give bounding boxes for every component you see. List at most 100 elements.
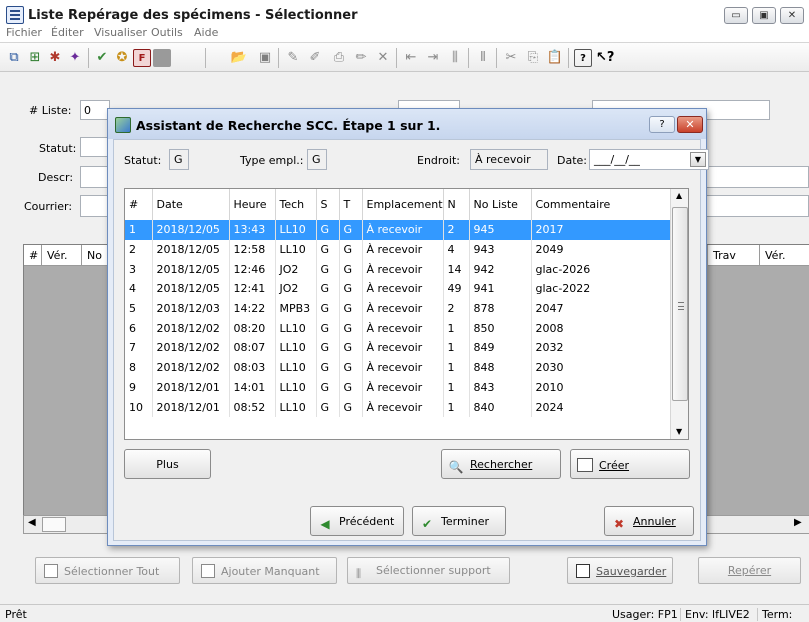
- maximize-button[interactable]: ▣: [752, 7, 776, 24]
- open-folder-icon[interactable]: 📂: [230, 49, 248, 67]
- menu-fichier[interactable]: Fichier: [6, 26, 42, 39]
- table-cell: 12:46: [229, 259, 276, 280]
- courrier-input[interactable]: [80, 195, 110, 217]
- table-cell: G: [339, 279, 363, 299]
- table-cell: MPB3: [275, 298, 317, 319]
- table-row[interactable]: 7 2018/12/02 08:07 LL10 G G À recevoir 1 849 2032: [125, 338, 671, 358]
- dialog-date-label: Date:: [557, 154, 587, 167]
- date-picker[interactable]: ___/__/__ ▼: [589, 149, 709, 170]
- check-icon[interactable]: ✔: [93, 49, 111, 67]
- table-cell: G: [316, 338, 340, 358]
- specimen-icon[interactable]: ✱: [46, 49, 64, 67]
- column-header[interactable]: T: [339, 189, 363, 220]
- table-cell: 945: [469, 220, 532, 240]
- scroll-up-icon[interactable]: ▲: [676, 191, 682, 200]
- table-cell: 2008: [531, 318, 671, 339]
- dialog-close-button[interactable]: ✕: [677, 116, 703, 133]
- copy-icon: ⎘: [527, 50, 539, 65]
- table-row[interactable]: 3 2018/12/05 12:46 JO2 G G À recevoir 14 942 glac…: [125, 259, 671, 280]
- scroll-right-icon[interactable]: ▶: [794, 517, 802, 528]
- table-row[interactable]: 8 2018/12/02 08:03 LL10 G G À recevoir 1 848 2030: [125, 357, 671, 378]
- table-cell: 2018/12/05: [152, 239, 230, 260]
- previous-button[interactable]: ◀ Précédent: [310, 506, 404, 536]
- table-row[interactable]: 4 2018/12/05 12:41 JO2 G G À recevoir 49 941 glac…: [125, 279, 671, 299]
- save-button[interactable]: Sauvegarder: [567, 557, 673, 584]
- context-help-icon[interactable]: ↖?: [596, 49, 614, 67]
- descr-input[interactable]: [80, 166, 110, 188]
- table-vertical-scrollbar[interactable]: ▲ ▼: [670, 189, 688, 439]
- form-f-icon[interactable]: F: [133, 49, 151, 67]
- menu-aide[interactable]: Aide: [194, 26, 218, 39]
- table-scroll-thumb[interactable]: [672, 207, 688, 401]
- table-row[interactable]: 9 2018/12/01 14:01 LL10 G G À recevoir 1 843 2010: [125, 377, 671, 398]
- column-header[interactable]: Emplacement: [362, 189, 444, 220]
- table-row[interactable]: 2 2018/12/05 12:58 LL10 G G À recevoir 4 943 2049: [125, 239, 671, 260]
- magic-wand-icon[interactable]: ✦: [66, 49, 84, 67]
- table-row[interactable]: 10 2018/12/01 08:52 LL10 G G À recevoir 1 840 202…: [125, 397, 671, 417]
- help-icon[interactable]: ?: [574, 49, 592, 67]
- column-header[interactable]: #: [125, 189, 153, 220]
- column-header[interactable]: Heure: [229, 189, 276, 220]
- grid-header-ver-right[interactable]: Vér.: [760, 245, 809, 266]
- scroll-left-icon[interactable]: ◀: [28, 517, 36, 528]
- plus-button[interactable]: Plus: [124, 449, 211, 479]
- disabled-square-icon: [153, 49, 171, 67]
- table-row[interactable]: 1 2018/12/05 13:43 LL10 G G À recevoir 2 945 2017: [125, 220, 671, 240]
- chevron-down-icon[interactable]: ▼: [690, 152, 706, 167]
- menu-editer[interactable]: Éditer: [51, 26, 84, 39]
- status-ready: Prêt: [5, 608, 27, 621]
- column-header[interactable]: Tech: [275, 189, 317, 220]
- table-cell: G: [339, 239, 363, 260]
- table-cell: 10: [125, 397, 153, 417]
- copy-list-icon[interactable]: ⧉: [5, 49, 23, 67]
- pencil-icon: ✏: [355, 50, 367, 65]
- table-cell: LL10: [275, 377, 317, 398]
- close-button[interactable]: ✕: [780, 7, 804, 24]
- table-row[interactable]: 6 2018/12/02 08:20 LL10 G G À recevoir 1 850 2008: [125, 318, 671, 339]
- finish-button[interactable]: ✔ Terminer: [412, 506, 506, 536]
- column-header[interactable]: Commentaire: [531, 189, 671, 220]
- cancel-label: Annuler: [633, 515, 676, 528]
- menu-visualiser[interactable]: Visualiser: [94, 26, 147, 39]
- statut-input[interactable]: [80, 137, 110, 157]
- menu-outils[interactable]: Outils: [151, 26, 183, 39]
- table-cell: 2018/12/05: [152, 259, 230, 280]
- column-header[interactable]: No Liste: [469, 189, 532, 220]
- grid-header-trav[interactable]: Trav: [708, 245, 760, 266]
- cancel-button[interactable]: ✖ Annuler: [604, 506, 694, 536]
- grid-header-num[interactable]: #: [24, 245, 42, 266]
- column-header[interactable]: N: [443, 189, 470, 220]
- save-icon[interactable]: ▣: [256, 49, 274, 67]
- descr-input-right[interactable]: [706, 166, 809, 188]
- table-cell: 878: [469, 298, 532, 319]
- courrier-input-right[interactable]: [706, 195, 809, 217]
- table-cell: 2018/12/02: [152, 318, 230, 339]
- table-cell: 2018/12/02: [152, 338, 230, 358]
- column-header[interactable]: Date: [152, 189, 230, 220]
- table-cell: G: [316, 279, 340, 299]
- paste-icon[interactable]: 📋: [546, 49, 564, 67]
- create-button[interactable]: Créer: [570, 449, 690, 479]
- dialog-help-button[interactable]: ?: [649, 116, 675, 133]
- grid-header-ver[interactable]: Vér.: [42, 245, 82, 266]
- scroll-thumb[interactable]: [42, 517, 66, 532]
- settings-check-icon[interactable]: ✪: [113, 49, 131, 67]
- table-cell: G: [339, 318, 363, 339]
- table-row[interactable]: 5 2018/12/03 14:22 MPB3 G G À recevoir 2 878 2047: [125, 298, 671, 319]
- search-label: Rechercher: [470, 458, 533, 471]
- scroll-down-icon[interactable]: ▼: [676, 427, 682, 436]
- dialog-statut-label: Statut:: [124, 154, 162, 167]
- tree-icon[interactable]: ⊞: [26, 49, 44, 67]
- column-header[interactable]: S: [316, 189, 340, 220]
- results-table[interactable]: # Date Heure Tech S T Emplacement N No Liste Comm…: [124, 188, 689, 440]
- select-support-label: Sélectionner support: [376, 564, 491, 577]
- search-button[interactable]: 🔍 Rechercher: [441, 449, 561, 479]
- table-cell: G: [339, 220, 363, 240]
- table-cell: LL10: [275, 239, 317, 260]
- dialog-titlebar: Assistant de Recherche SCC. Étape 1 sur …: [108, 109, 706, 139]
- liste-input[interactable]: 0: [80, 100, 110, 120]
- dialog-endroit-label: Endroit:: [417, 154, 460, 167]
- select-all-label: Sélectionner Tout: [64, 565, 160, 578]
- status-bar: Prêt Usager: FP1 Env: lfLIVE2 Term:: [0, 604, 809, 622]
- minimize-button[interactable]: ▭: [724, 7, 748, 24]
